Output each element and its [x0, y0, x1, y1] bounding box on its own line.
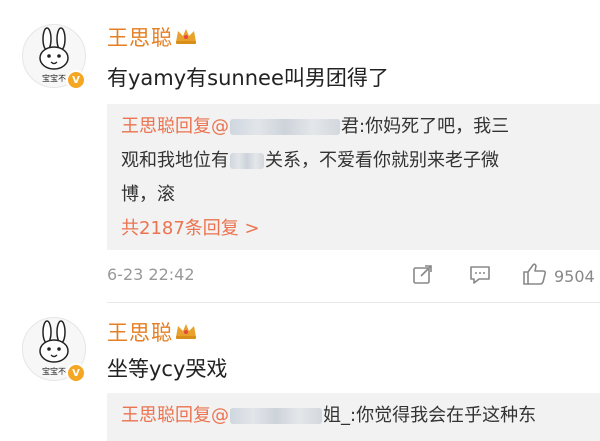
verified-badge-icon: V	[66, 363, 86, 383]
reply-text: 姐_:你觉得我会在乎这种东	[323, 405, 537, 426]
comment-text: 有yamy有sunnee叫男团得了	[107, 66, 389, 90]
reply-box[interactable]: 王思聪回复@ 姐_:你觉得我会在乎这种东	[107, 393, 600, 441]
crown-icon	[174, 321, 198, 345]
reply-text: 君:你妈死了吧，我三	[341, 116, 510, 137]
reply-username[interactable]: 王思聪回复@	[121, 116, 229, 137]
reply-text: 观和我地位有	[121, 150, 229, 171]
blurred-username	[230, 408, 322, 424]
reply-line: 王思聪回复@ 姐_:你觉得我会在乎这种东	[121, 399, 591, 433]
reply-text: 关系，不爱看你就别来老子微	[265, 150, 499, 171]
like-icon	[522, 262, 548, 290]
comment-item: 宝宝不 V 王思聪 坐等ycy哭戏 王思聪回复@ 姐_:你觉得我会在乎这种东	[0, 303, 600, 441]
comment-item: 宝宝不 V 王思聪 有yamy有sunnee叫男团得了 王思聪回复@ 君:你妈死了…	[0, 0, 600, 300]
svg-text:宝宝不: 宝宝不	[42, 73, 66, 83]
verified-badge-icon: V	[66, 70, 86, 90]
reply-line: 王思聪回复@ 君:你妈死了吧，我三	[121, 110, 591, 144]
username[interactable]: 王思聪	[107, 22, 173, 52]
username[interactable]: 王思聪	[107, 317, 173, 347]
reply-username[interactable]: 王思聪回复@	[121, 405, 229, 426]
reply-box[interactable]: 王思聪回复@ 君:你妈死了吧，我三 观和我地位有 关系，不爱看你就别来老子微 博，滚…	[107, 104, 600, 250]
comment-text: 坐等ycy哭戏	[107, 357, 228, 381]
reply-line: 博，滚	[121, 178, 591, 212]
blurred-username	[230, 119, 340, 135]
reply-text: 博，滚	[121, 184, 175, 205]
comment-icon[interactable]	[468, 264, 492, 290]
like-button[interactable]: 9504	[522, 262, 595, 290]
blurred-text	[230, 153, 264, 169]
reply-line: 观和我地位有 关系，不爱看你就别来老子微	[121, 144, 591, 178]
like-count: 9504	[554, 266, 595, 286]
svg-text:宝宝不: 宝宝不	[42, 366, 66, 376]
crown-icon	[174, 26, 198, 50]
more-replies-link[interactable]: 共2187条回复 >	[121, 214, 260, 240]
share-icon[interactable]	[412, 264, 434, 290]
timestamp: 6-23 22:42	[107, 265, 195, 284]
